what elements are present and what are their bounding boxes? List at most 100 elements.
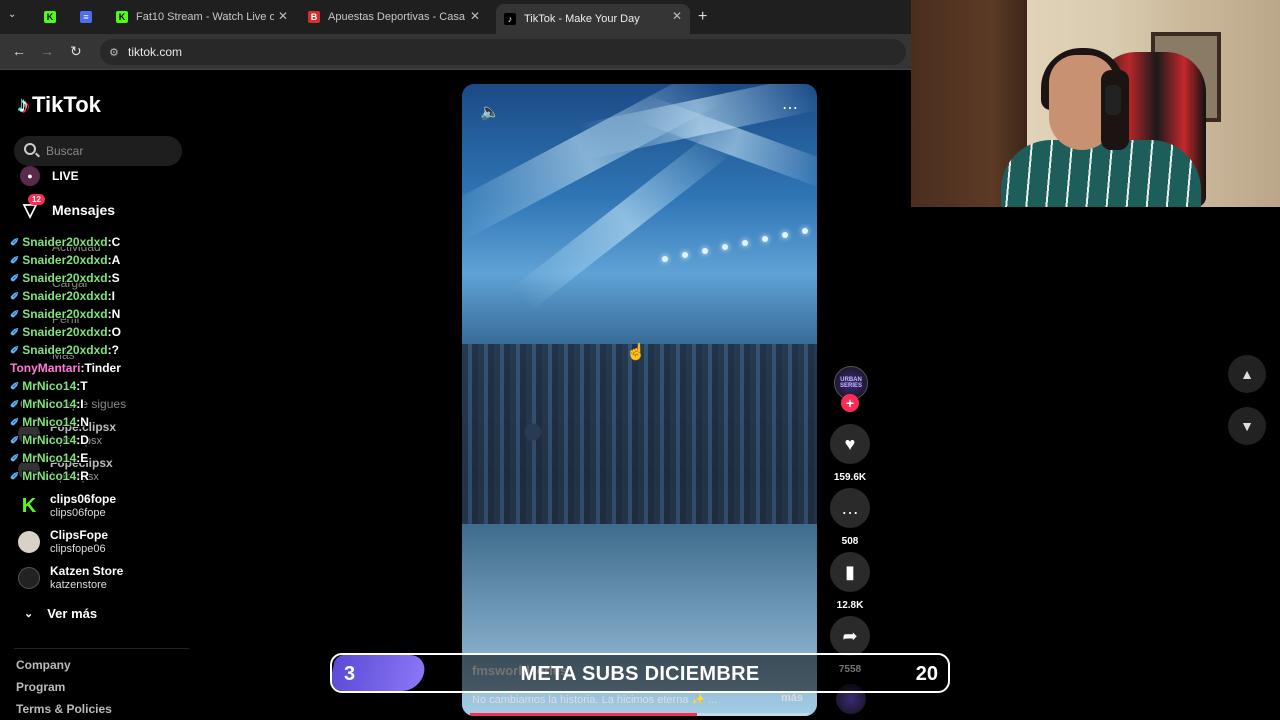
back-icon[interactable]: ← (12, 43, 26, 59)
chat-username: TonyMantari (10, 361, 81, 375)
chat-text: Tinder (84, 361, 121, 375)
chat-username: Snaider20xdxd (22, 307, 108, 321)
chat-text: N (111, 307, 121, 321)
search-input[interactable]: Buscar (14, 136, 182, 166)
account-item[interactable]: ClipsFope clipsfope06 (18, 528, 108, 556)
sword-badge-icon: ✐ (10, 470, 20, 483)
like-button[interactable]: ♥ 159.6K (830, 424, 870, 483)
avatar (18, 567, 40, 589)
subs-goal-bar: META SUBS DICIEMBRE 3 20 (330, 653, 950, 693)
chat-text: I (111, 289, 115, 303)
chat-username: MrNico14 (22, 415, 77, 429)
chat-message: ✐ Snaider20xdxd: A (10, 251, 200, 269)
tab-title: TikTok - Make Your Day (524, 13, 640, 25)
account-item[interactable]: Katzen Store katzenstore (18, 564, 123, 592)
browser-tab[interactable]: K Fat10 Stream - Watch Live on K ✕ (108, 4, 296, 30)
tiktok-note-icon: ♪ (18, 92, 29, 117)
search-placeholder: Buscar (46, 144, 84, 158)
sword-badge-icon: ✐ (10, 398, 20, 411)
site-settings-icon[interactable]: ⚙ (109, 46, 119, 59)
tab-favicon-icon: ♪ (504, 13, 516, 25)
search-icon (24, 143, 36, 155)
chat-text: C (111, 235, 121, 249)
close-tab-icon[interactable]: ✕ (470, 9, 480, 23)
headset-image (1105, 85, 1121, 115)
chat-username: Snaider20xdxd (22, 343, 108, 357)
follow-button[interactable]: + (841, 394, 859, 412)
account-name: clips06fope (50, 492, 117, 506)
messages-icon: ▽ 12 (20, 194, 45, 220)
account-handle: clips06fope (50, 507, 106, 519)
close-tab-icon[interactable]: ✕ (672, 9, 682, 23)
browser-tab[interactable]: ≡ (72, 4, 100, 30)
chat-message: ✐ Snaider20xdxd: I (10, 287, 200, 305)
bookmark-icon: ▮ (830, 552, 870, 592)
chat-message: ✐ MrNico14: E (10, 449, 200, 467)
chevron-up-icon: ▲ (1240, 366, 1254, 382)
sword-badge-icon: ✐ (10, 416, 20, 429)
chat-message: ✐ MrNico14: R (10, 467, 200, 485)
comment-button[interactable]: … 508 (830, 488, 870, 547)
chat-text: D (80, 433, 89, 447)
screen: { "browser": { "tabs": [ {"title": "", "… (0, 0, 1280, 720)
footer-link-program[interactable]: Program (16, 680, 65, 694)
chat-username: Snaider20xdxd (22, 325, 108, 339)
chat-text: S (111, 271, 120, 285)
chat-username: Snaider20xdxd (22, 271, 108, 285)
see-more-button[interactable]: ⌄ Ver más (24, 606, 97, 621)
sword-badge-icon: ✐ (10, 452, 20, 465)
see-more-label: Ver más (47, 606, 98, 621)
forward-icon[interactable]: → (40, 43, 54, 59)
tiktok-logo[interactable]: ♪ TikTok (18, 92, 101, 118)
kick-icon: K (18, 495, 40, 517)
sword-badge-icon: ✐ (10, 272, 20, 285)
tab-favicon-icon: K (116, 11, 128, 23)
chat-message: ✐ Snaider20xdxd: ? (10, 341, 200, 359)
chat-text: E (80, 451, 89, 465)
chat-message: ✐ MrNico14: I (10, 395, 200, 413)
reload-icon[interactable]: ↻ (70, 43, 82, 60)
url-text: tiktok.com (128, 45, 183, 59)
sword-badge-icon: ✐ (10, 254, 20, 267)
video-player[interactable]: 🔈 ⋯ fmsworldseries No cambiamos la histo… (462, 84, 817, 716)
video-progress-bar[interactable] (470, 713, 809, 716)
next-video-button[interactable]: ▼ (1228, 407, 1266, 445)
webcam-overlay (911, 0, 1280, 207)
sword-badge-icon: ✐ (10, 434, 20, 447)
tab-strip: ⌄ K ≡ K Fat10 Stream - Watch Live on K ✕ B Apu… (0, 0, 912, 34)
goal-current: 3 (344, 663, 356, 685)
chat-username: Snaider20xdxd (22, 289, 108, 303)
save-button[interactable]: ▮ 12.8K (830, 552, 870, 611)
volume-icon[interactable]: 🔈 (480, 102, 500, 122)
chat-text: ? (111, 343, 119, 357)
more-options-icon[interactable]: ⋯ (782, 98, 799, 118)
chevron-down-icon: ⌄ (24, 608, 34, 620)
sidebar-item-live[interactable]: ● LIVE (20, 166, 79, 186)
previous-video-button[interactable]: ▲ (1228, 355, 1266, 393)
messages-badge: 12 (28, 194, 45, 205)
share-icon: ➦ (830, 616, 870, 656)
chat-message: ✐ MrNico14: N (10, 413, 200, 431)
account-item[interactable]: K clips06fope clips06fope (18, 492, 116, 520)
chat-username: MrNico14 (22, 397, 77, 411)
chat-username: MrNico14 (22, 379, 77, 393)
brand-name: TikTok (32, 92, 101, 117)
chat-message: ✐ MrNico14: D (10, 431, 200, 449)
sword-badge-icon: ✐ (10, 326, 20, 339)
chat-username: MrNico14 (22, 451, 77, 465)
streamer-shirt-image (1001, 140, 1201, 207)
footer-link-company[interactable]: Company (16, 658, 71, 672)
caption-more-link[interactable]: más (781, 692, 803, 704)
video-progress-fill (470, 713, 698, 716)
new-tab-button[interactable]: + (698, 8, 707, 26)
sidebar-item-messages[interactable]: ▽ 12 Mensajes (20, 194, 115, 220)
footer-link-terms[interactable]: Terms & Policies (16, 702, 112, 716)
heart-icon: ♥ (830, 424, 870, 464)
close-tab-icon[interactable]: ✕ (278, 9, 288, 23)
browser-tab[interactable]: ♪ TikTok - Make Your Day ✕ (496, 4, 690, 34)
browser-tab[interactable]: K (36, 4, 64, 30)
url-field[interactable]: ⚙ tiktok.com (100, 39, 906, 65)
chat-text: A (111, 253, 121, 267)
browser-tab[interactable]: B Apuestas Deportivas - Casa de ✕ (300, 4, 488, 30)
tab-search-icon[interactable]: ⌄ (8, 9, 16, 20)
